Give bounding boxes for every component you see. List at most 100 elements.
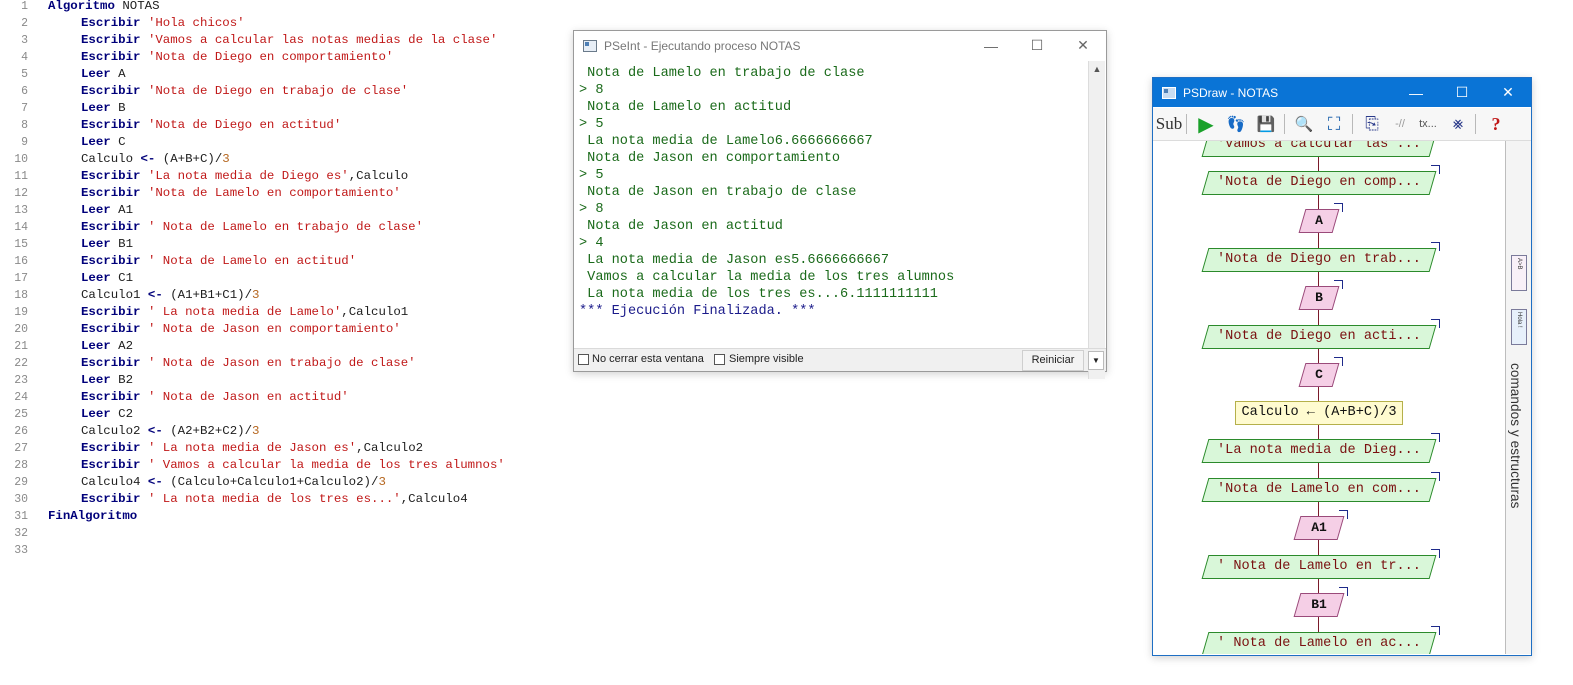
string-token: ' La nota media de los tres es...' <box>147 492 401 506</box>
code-line[interactable]: 30 Escribir ' La nota media de los tres e… <box>0 491 570 508</box>
code-line[interactable]: 6 Escribir 'Nota de Diego en trabajo de c… <box>0 83 570 100</box>
code-line[interactable]: 21 Leer A2 <box>0 338 570 355</box>
close-button[interactable]: ✕ <box>1485 78 1531 107</box>
flow-node-label: B <box>1315 290 1323 305</box>
code-line[interactable]: 11 Escribir 'La nota media de Diego es',C… <box>0 168 570 185</box>
flow-input-node[interactable]: A <box>1298 209 1340 233</box>
console-output[interactable]: Nota de Lamelo en trabajo de clase > 8 No… <box>575 61 1090 379</box>
flow-output-node[interactable]: ' Nota de Lamelo en tr... <box>1201 555 1437 579</box>
code-line[interactable]: 14 Escribir ' Nota de Lamelo en trabajo d… <box>0 219 570 236</box>
code-line[interactable]: 25 Leer C2 <box>0 406 570 423</box>
code-text: Escribir ' La nota media de Jason es',Ca… <box>81 440 423 457</box>
flow-process-node[interactable]: Calculo ← (A+B+C)/3 <box>1235 401 1403 425</box>
always-visible-checkbox[interactable] <box>714 354 725 365</box>
comment-icon[interactable]: -// <box>1387 112 1413 136</box>
code-line[interactable]: 4 Escribir 'Nota de Diego en comportamien… <box>0 49 570 66</box>
scroll-down-icon[interactable]: ▼ <box>1088 351 1104 370</box>
code-line[interactable]: 27 Escribir ' La nota media de Jason es',… <box>0 440 570 457</box>
scroll-up-icon[interactable]: ▲ <box>1089 61 1105 77</box>
step-icon[interactable]: 👣 <box>1223 112 1249 136</box>
line-number: 19 <box>14 306 28 319</box>
code-text: Leer C1 <box>81 270 133 287</box>
text-toggle-button[interactable]: tx... <box>1415 112 1441 136</box>
minimize-button[interactable]: — <box>968 31 1014 60</box>
code-line[interactable]: 32 <box>0 525 570 542</box>
psdraw-titlebar[interactable]: PSDraw - NOTAS — ☐ ✕ <box>1153 78 1531 107</box>
code-line[interactable]: 18 Calculo1 <- (A1+B1+C1)/3 <box>0 287 570 304</box>
maximize-button[interactable]: ☐ <box>1014 31 1060 60</box>
subprocess-button[interactable]: Sub <box>1156 112 1182 136</box>
flow-output-node[interactable]: 'Nota de Diego en trab... <box>1201 248 1437 272</box>
pseint-execution-window[interactable]: PSeInt - Ejecutando proceso NOTAS — ☐ ✕ … <box>573 30 1107 379</box>
code-line[interactable]: 2 Escribir 'Hola chicos' <box>0 15 570 32</box>
code-line[interactable]: 24 Escribir ' Nota de Jason en actitud' <box>0 389 570 406</box>
code-editor[interactable]: 1 Algoritmo NOTAS 2 Escribir 'Hola chicos' 3… <box>0 0 570 685</box>
flow-node-label: 'La nota media de Dieg... <box>1217 443 1421 458</box>
flow-node-label: 'Nota de Diego en trab... <box>1217 252 1421 267</box>
code-token: A2 <box>110 339 134 353</box>
flow-input-node[interactable]: A1 <box>1293 516 1345 540</box>
flow-input-node[interactable]: C <box>1298 363 1340 387</box>
flow-output-node[interactable]: 'Nota de Diego en acti... <box>1201 325 1437 349</box>
always-visible-label[interactable]: Siempre visible <box>729 353 804 365</box>
no-close-checkbox[interactable] <box>578 354 589 365</box>
code-line[interactable]: 16 Escribir ' Nota de Lamelo en actitud' <box>0 253 570 270</box>
code-line[interactable]: 12 Escribir 'Nota de Lamelo en comportami… <box>0 185 570 202</box>
code-line[interactable]: 10 Calculo <- (A+B+C)/3 <box>0 151 570 168</box>
code-line[interactable]: 5 Leer A <box>0 66 570 83</box>
delete-icon[interactable]: ⨳ <box>1445 112 1471 136</box>
help-icon[interactable]: ? <box>1483 112 1509 136</box>
psdraw-window[interactable]: PSDraw - NOTAS — ☐ ✕ Sub ▶ 👣 💾 🔍 ⛶ ⎘ -//… <box>1152 77 1532 656</box>
code-text: Leer B1 <box>81 236 133 253</box>
code-line[interactable]: 15 Leer B1 <box>0 236 570 253</box>
zoom-icon[interactable]: 🔍 <box>1291 112 1317 136</box>
flow-output-node[interactable]: 'Vamos a calcular las ... <box>1201 141 1437 157</box>
keyword-token: Algoritmo <box>48 0 115 13</box>
fit-icon[interactable]: ⛶ <box>1321 112 1347 136</box>
code-line[interactable]: 17 Leer C1 <box>0 270 570 287</box>
side-output-shape[interactable]: Hola ! <box>1511 309 1527 345</box>
minimize-button[interactable]: — <box>1393 78 1439 107</box>
code-line[interactable]: 29 Calculo4 <- (Calculo+Calculo1+Calculo2… <box>0 474 570 491</box>
commands-side-panel[interactable]: A>B Hola ! comandos y estructuras <box>1505 141 1531 654</box>
save-icon[interactable]: 💾 <box>1253 112 1279 136</box>
console-output-line: Nota de Lamelo en actitud <box>579 100 792 115</box>
code-line[interactable]: 20 Escribir ' Nota de Jason en comportami… <box>0 321 570 338</box>
close-button[interactable]: ✕ <box>1060 31 1106 60</box>
restart-button[interactable]: Reiniciar <box>1022 350 1084 371</box>
code-line[interactable]: 3 Escribir 'Vamos a calcular las notas me… <box>0 32 570 49</box>
flow-output-node[interactable]: 'Nota de Lamelo en com... <box>1201 478 1437 502</box>
code-line[interactable]: 31 FinAlgoritmo <box>0 508 570 525</box>
flowchart-canvas[interactable]: 'Vamos a calcular las ... 'Nota de Diego … <box>1154 141 1504 654</box>
flow-input-node[interactable]: B1 <box>1293 593 1345 617</box>
code-line[interactable]: 9 Leer C <box>0 134 570 151</box>
flow-input-node[interactable]: B <box>1298 286 1340 310</box>
run-icon[interactable]: ▶ <box>1193 112 1219 136</box>
line-number: 16 <box>14 255 28 268</box>
code-line[interactable]: 13 Leer A1 <box>0 202 570 219</box>
console-input-line: > 4 <box>579 236 604 251</box>
code-line[interactable]: 1 Algoritmo NOTAS <box>0 0 570 15</box>
code-line[interactable]: 26 Calculo2 <- (A2+B2+C2)/3 <box>0 423 570 440</box>
code-line[interactable]: 19 Escribir ' La nota media de Lamelo',Ca… <box>0 304 570 321</box>
output-arrow-icon <box>1431 626 1440 635</box>
code-line[interactable]: 8 Escribir 'Nota de Diego en actitud' <box>0 117 570 134</box>
export-icon[interactable]: ⎘ <box>1359 112 1385 136</box>
code-text: Algoritmo NOTAS <box>48 0 160 15</box>
code-line[interactable]: 28 Escribir ' Vamos a calcular la media d… <box>0 457 570 474</box>
no-close-label[interactable]: No cerrar esta ventana <box>592 353 704 365</box>
flow-output-node[interactable]: 'La nota media de Dieg... <box>1201 439 1437 463</box>
code-line[interactable]: 33 <box>0 542 570 559</box>
console-scrollbar[interactable]: ▲ <box>1088 61 1105 379</box>
code-line[interactable]: 22 Escribir ' Nota de Jason en trabajo de… <box>0 355 570 372</box>
line-number: 13 <box>14 204 28 217</box>
maximize-button[interactable]: ☐ <box>1439 78 1485 107</box>
code-line[interactable]: 7 Leer B <box>0 100 570 117</box>
pseint-titlebar[interactable]: PSeInt - Ejecutando proceso NOTAS — ☐ ✕ <box>574 31 1106 60</box>
flow-output-node[interactable]: 'Nota de Diego en comp... <box>1201 171 1437 195</box>
code-line[interactable]: 23 Leer B2 <box>0 372 570 389</box>
flow-output-node[interactable]: ' Nota de Lamelo en ac... <box>1201 632 1437 654</box>
side-condition-shape[interactable]: A>B <box>1511 255 1527 291</box>
